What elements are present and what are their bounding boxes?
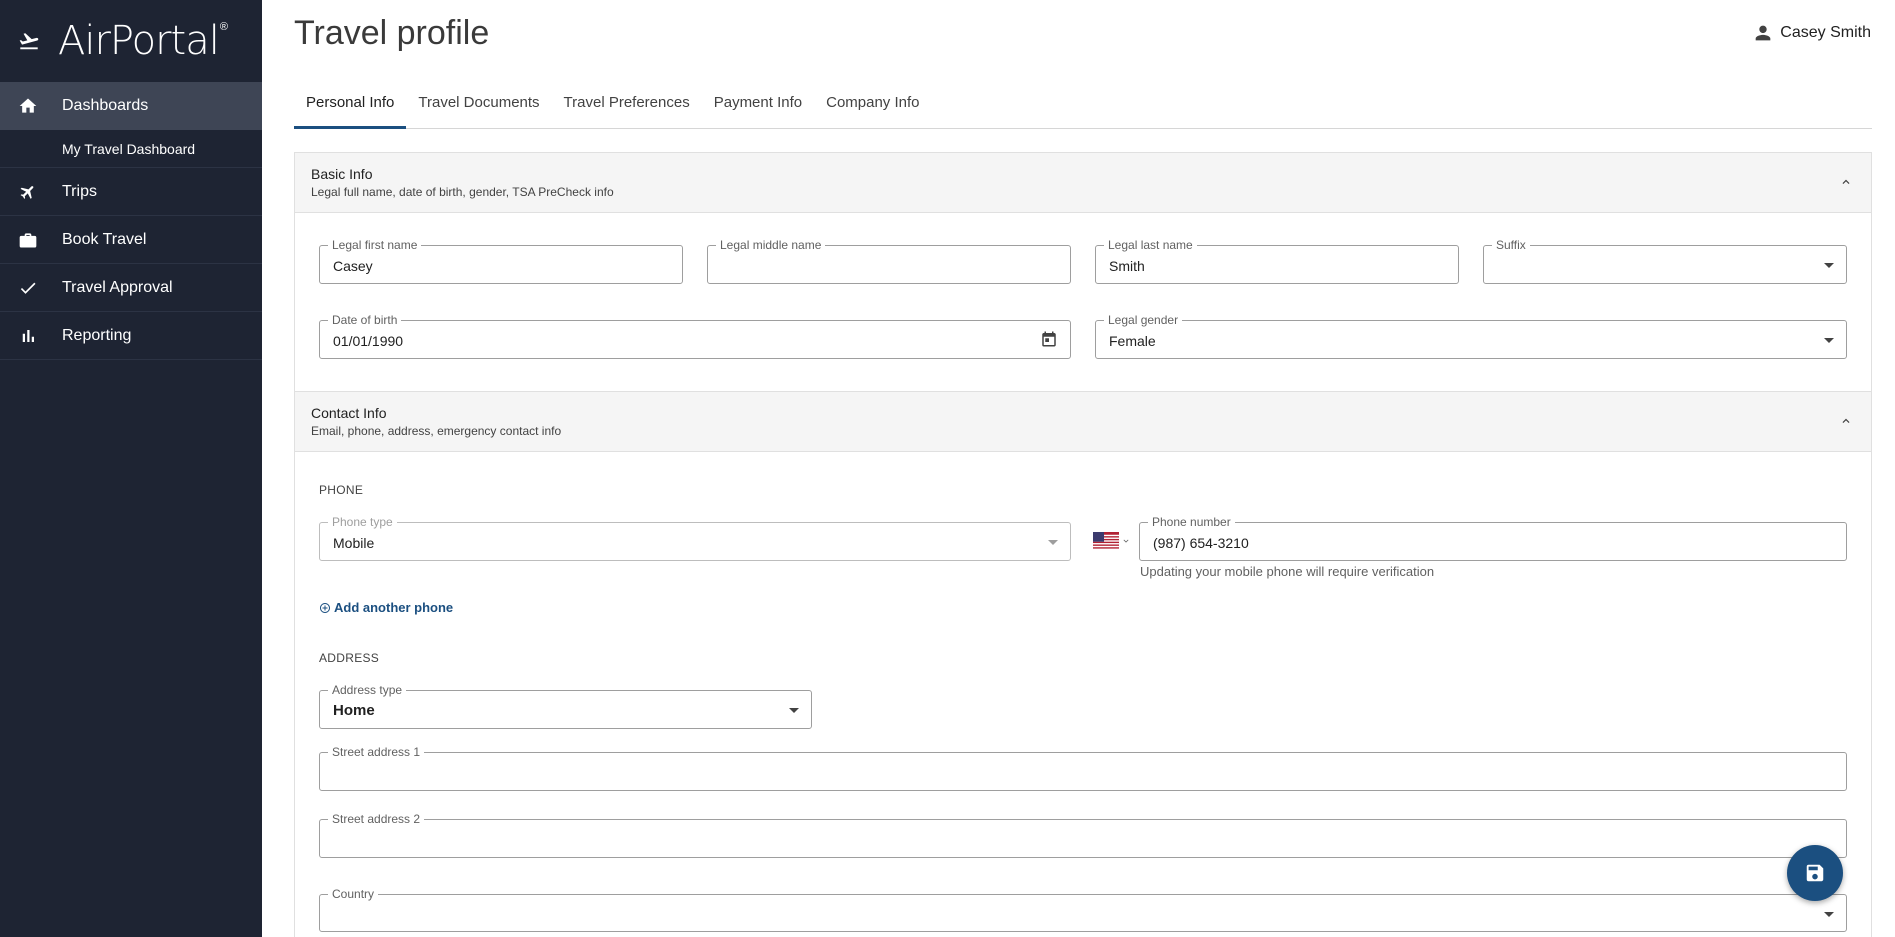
contact-info-header[interactable]: Contact Info Email, phone, address, emer… — [295, 392, 1871, 452]
dropdown-caret-icon — [1824, 338, 1834, 343]
sidebar-item-label: My Travel Dashboard — [62, 140, 196, 157]
sidebar-item-label: Travel Approval — [62, 278, 173, 296]
phone-number-field[interactable]: Phone number (987) 654-3210 — [1139, 515, 1847, 561]
section-title: Contact Info — [311, 405, 387, 421]
tab-travel-documents[interactable]: Travel Documents — [406, 82, 551, 129]
section-subtitle: Email, phone, address, emergency contact… — [311, 424, 562, 438]
legal-first-name-field[interactable]: Legal first name Casey — [319, 238, 683, 284]
home-icon — [18, 96, 38, 116]
chevron-up-icon[interactable] — [1839, 414, 1853, 428]
phone-heading: PHONE — [319, 483, 364, 497]
add-another-phone-link[interactable]: Add another phone — [319, 600, 453, 615]
sidebar-item-trips[interactable]: Trips — [0, 168, 262, 216]
field-label: Country — [328, 887, 379, 901]
legal-middle-name-field[interactable]: Legal middle name — [707, 238, 1071, 284]
dropdown-caret-icon — [789, 708, 799, 713]
briefcase-icon — [18, 230, 38, 250]
field-value: Female — [1109, 333, 1156, 349]
dropdown-caret-icon — [1824, 912, 1834, 917]
field-value: Mobile — [333, 535, 375, 551]
save-button[interactable] — [1787, 845, 1843, 901]
tab-company-info[interactable]: Company Info — [814, 82, 931, 129]
field-value: Home — [333, 702, 375, 719]
chevron-down-icon — [1123, 539, 1129, 543]
sidebar-item-travel-approval[interactable]: Travel Approval — [0, 264, 262, 312]
phone-verification-hint: Updating your mobile phone will require … — [1140, 564, 1435, 579]
street-address-1-field[interactable]: Street address 1 — [319, 745, 1847, 791]
sidebar-item-dashboards[interactable]: Dashboards — [0, 82, 262, 130]
legal-gender-select[interactable]: Legal gender Female — [1095, 313, 1847, 359]
field-label: Legal first name — [328, 238, 422, 252]
add-circle-icon — [320, 602, 330, 613]
chevron-up-icon[interactable] — [1839, 175, 1853, 189]
address-type-select[interactable]: Address type Home — [319, 683, 812, 729]
street-address-2-field[interactable]: Street address 2 — [319, 812, 1847, 858]
date-of-birth-field[interactable]: Date of birth 01/01/1990 — [319, 313, 1071, 359]
field-value: Casey — [333, 258, 373, 274]
page-title: Travel profile — [294, 14, 490, 52]
country-select[interactable]: Country — [319, 887, 1847, 932]
field-label: Phone number — [1148, 515, 1235, 529]
country-code-select[interactable] — [1093, 530, 1131, 552]
airplane-icon — [18, 182, 38, 202]
save-icon — [1806, 864, 1824, 882]
calendar-icon[interactable] — [1040, 330, 1058, 348]
brand-name: AirPortal — [58, 18, 220, 64]
tab-personal-info[interactable]: Personal Info — [294, 82, 407, 129]
sidebar-item-label: Book Travel — [62, 230, 147, 248]
tab-travel-preferences[interactable]: Travel Preferences — [552, 82, 702, 129]
dropdown-caret-icon — [1048, 540, 1058, 545]
field-value: (987) 654-3210 — [1153, 535, 1249, 551]
us-flag-icon — [1093, 532, 1119, 550]
address-heading: ADDRESS — [319, 651, 380, 665]
field-label: Street address 2 — [328, 812, 425, 826]
field-label: Street address 1 — [328, 745, 425, 759]
field-label: Date of birth — [328, 313, 402, 327]
field-label: Legal last name — [1104, 238, 1197, 252]
person-icon — [1755, 25, 1771, 41]
brand-registered-mark: ® — [219, 21, 228, 33]
section-subtitle: Legal full name, date of birth, gender, … — [311, 185, 614, 199]
dropdown-caret-icon — [1824, 263, 1834, 268]
sidebar-item-label: Trips — [62, 182, 97, 200]
field-label: Address type — [328, 683, 407, 697]
section-title: Basic Info — [311, 166, 373, 182]
field-label: Phone type — [328, 515, 397, 529]
field-value: 01/01/1990 — [333, 333, 404, 349]
bar-chart-icon — [18, 326, 38, 346]
user-name: Casey Smith — [1780, 24, 1871, 41]
sidebar: AirPortal ® Dashboards My Travel Dashboar… — [0, 0, 262, 937]
sidebar-item-label: Reporting — [62, 326, 132, 344]
legal-last-name-field[interactable]: Legal last name Smith — [1095, 238, 1459, 284]
sidebar-item-reporting[interactable]: Reporting — [0, 312, 262, 360]
profile-tabs: Personal Info Travel Documents Travel Pr… — [294, 82, 1872, 129]
add-another-phone-label: Add another phone — [334, 600, 454, 615]
field-label: Legal gender — [1104, 313, 1183, 327]
sidebar-item-my-travel-dashboard[interactable]: My Travel Dashboard — [0, 130, 262, 168]
field-label: Legal middle name — [716, 238, 826, 252]
brand[interactable]: AirPortal ® — [0, 0, 262, 82]
user-menu[interactable]: Casey Smith — [1752, 22, 1871, 44]
field-value: Smith — [1109, 258, 1145, 274]
basic-info-header[interactable]: Basic Info Legal full name, date of birt… — [295, 153, 1871, 213]
suffix-select[interactable]: Suffix — [1483, 238, 1847, 284]
sidebar-item-book-travel[interactable]: Book Travel — [0, 216, 262, 264]
tab-payment-info[interactable]: Payment Info — [702, 82, 814, 129]
check-icon — [18, 278, 38, 298]
sidebar-item-label: Dashboards — [62, 97, 149, 114]
field-label: Suffix — [1492, 238, 1530, 252]
plane-takeoff-icon — [19, 33, 39, 50]
phone-type-select[interactable]: Phone type Mobile — [319, 515, 1071, 561]
